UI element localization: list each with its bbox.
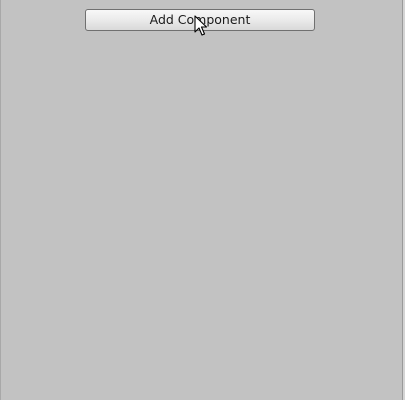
panel-left-border [0, 0, 1, 400]
inspector-panel: Add Component [0, 0, 405, 400]
add-component-button[interactable]: Add Component [85, 9, 315, 31]
